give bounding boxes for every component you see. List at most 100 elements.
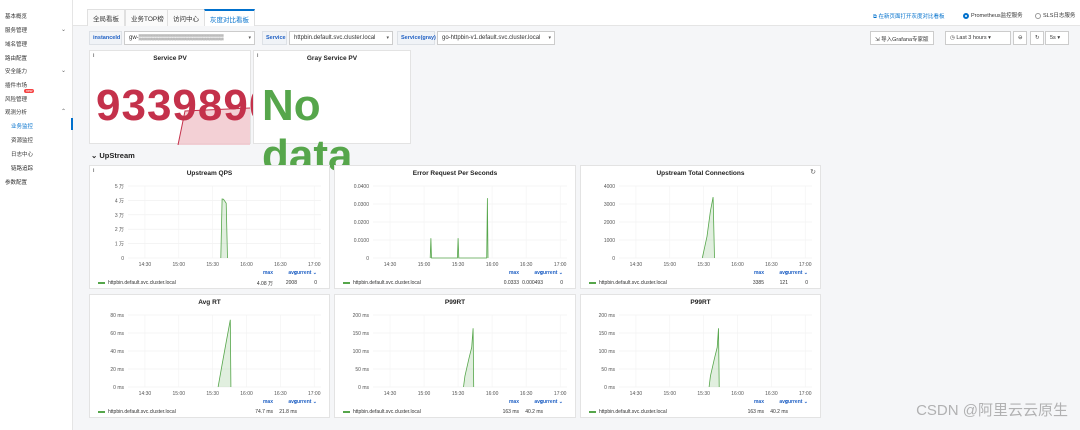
legend-header-current[interactable]: current ⌄ xyxy=(785,399,808,405)
legend-value-max: 4.08 万 xyxy=(256,281,273,287)
legend-header-current[interactable]: current ⌄ xyxy=(540,270,563,276)
y-tick-label: 5 万 xyxy=(115,184,124,190)
x-tick-label: 16:30 xyxy=(274,262,287,268)
legend-value-avg: 40.2 ms xyxy=(525,409,543,415)
service-gray-select[interactable]: go-httpbin-v1.default.svc.cluster.local ▾ xyxy=(437,31,555,45)
sidebar-item[interactable]: 基本概览 xyxy=(5,12,27,20)
watermark: CSDN @阿里云云原生 xyxy=(916,402,1068,419)
x-tick-label: 17:00 xyxy=(799,262,812,268)
y-tick-label: 100 ms xyxy=(599,349,616,355)
radio-checked-icon xyxy=(963,12,969,19)
y-tick-label: 0.0200 xyxy=(354,220,370,226)
legend-value-max: 163 ms xyxy=(502,409,519,415)
sidebar-item[interactable]: 风险管理 xyxy=(5,95,27,103)
sidebar-item[interactable]: 服务管理 xyxy=(5,26,27,34)
service-select[interactable]: httpbin.default.svc.cluster.local ▾ xyxy=(289,31,393,45)
refresh-icon: ↻ xyxy=(1035,35,1040,41)
x-tick-label: 15:00 xyxy=(418,262,431,268)
legend-series-name: httpbin.default.svc.cluster.local xyxy=(599,280,667,286)
x-tick-label: 17:00 xyxy=(308,391,321,397)
refresh-button[interactable]: ↻ xyxy=(1030,31,1044,45)
legend-header-max: max xyxy=(262,270,273,276)
sidebar-item[interactable]: 业务监控 xyxy=(11,122,33,130)
legend-header-current[interactable]: current ⌄ xyxy=(294,270,317,276)
radio-prometheus[interactable]: Prometheus监控服务 xyxy=(963,11,1023,19)
legend-value-max: 163 ms xyxy=(747,409,764,415)
sidebar-item[interactable]: 安全能力 xyxy=(5,67,27,75)
legend-value-max: 3385 xyxy=(752,280,764,286)
legend-value-current: 0 xyxy=(560,280,563,286)
legend-swatch xyxy=(343,410,350,413)
legend-header-current[interactable]: current ⌄ xyxy=(785,270,808,276)
tab-business-top[interactable]: 业务TOP榜 xyxy=(125,9,170,26)
chevron-down-icon: ▾ xyxy=(248,35,251,41)
x-tick-label: 16:30 xyxy=(274,391,287,397)
sidebar-item[interactable]: 观测分析 xyxy=(5,108,27,116)
sidebar-item[interactable]: 日志中心 xyxy=(11,150,33,158)
chart-panel: P99RT 0 ms 50 ms 100 ms 150 ms 200 ms 14:30 15:… xyxy=(580,294,821,418)
legend-swatch xyxy=(589,281,596,284)
radio-sls[interactable]: SLS日志服务 xyxy=(1035,11,1075,19)
sidebar-item[interactable]: 参数配置 xyxy=(5,178,27,186)
open-new-page-link[interactable]: ⧉ 在新页面打开灰度对比看板 xyxy=(873,12,944,21)
x-tick-label: 15:00 xyxy=(664,391,677,397)
x-tick-label: 16:00 xyxy=(731,262,744,268)
legend-item[interactable]: httpbin.default.svc.cluster.local xyxy=(343,280,421,286)
x-tick-label: 16:00 xyxy=(486,262,499,268)
chart-panel: Upstream QPS i 0 1 万2 万3 万4 万5 万 14:30 15:00 1… xyxy=(89,165,330,289)
tab-global-dashboard[interactable]: 全局看板 xyxy=(87,9,125,26)
import-grafana-button[interactable]: ⇲ 导入Grafana专家版 xyxy=(870,31,934,45)
tab-gray-compare[interactable]: 灰度对比看板 xyxy=(204,9,255,26)
x-tick-label: 16:30 xyxy=(765,262,778,268)
gray-service-pv-title: Gray Service PV xyxy=(306,55,358,62)
y-tick-label: 0.0100 xyxy=(354,238,370,244)
legend-swatch xyxy=(589,410,596,413)
series-area xyxy=(430,198,489,258)
legend-swatch xyxy=(98,410,105,413)
upstream-section-header[interactable]: ⌄ UpStream xyxy=(91,151,135,160)
legend-item[interactable]: httpbin.default.svc.cluster.local xyxy=(98,280,176,286)
zoom-out-icon: ⊖ xyxy=(1018,35,1023,41)
refresh-interval-select[interactable]: 5s ▾ xyxy=(1045,31,1069,45)
app-root: new 基本概览 服务管理 ⌄ 域名管理 路由配置 安全能力 ⌄ 插件市场 风险管理 观测分析 ⌃ 业… xyxy=(0,0,1080,430)
sidebar-item[interactable]: 链路追踪 xyxy=(11,164,33,172)
y-tick-label: 100 ms xyxy=(353,349,370,355)
y-tick-label: 0 xyxy=(612,256,615,262)
tab-bar: 全局看板 业务TOP榜 访问中心 灰度对比看板 ⧉ 在新页面打开灰度对比看板 P… xyxy=(73,0,1080,26)
chevron-icon: ⌄ xyxy=(60,68,66,74)
tab-access-center[interactable]: 访问中心 xyxy=(167,9,205,26)
x-tick-label: 16:30 xyxy=(520,391,533,397)
sidebar-item[interactable]: 资源监控 xyxy=(11,136,33,144)
legend-header-max: max xyxy=(508,399,519,405)
sidebar-item-label: 安全能力 xyxy=(5,69,28,75)
chart-panel: Upstream Total Connections ↻ 0 1000 2000 3000… xyxy=(580,165,821,289)
y-tick-label: 0 xyxy=(366,256,369,262)
time-range-picker[interactable]: ◷ Last 3 hours ▾ xyxy=(945,31,1011,45)
x-tick-label: 14:30 xyxy=(384,262,397,268)
legend-item[interactable]: httpbin.default.svc.cluster.local xyxy=(589,409,667,415)
legend-value-avg: 0.000493 xyxy=(522,280,543,286)
chart-panel: P99RT 0 ms 50 ms 100 ms 150 ms 200 ms 14:30 15:… xyxy=(334,294,576,418)
sidebar-item-label: 基本概览 xyxy=(5,14,28,20)
legend-item[interactable]: httpbin.default.svc.cluster.local xyxy=(343,409,421,415)
legend-header-max: max xyxy=(262,399,273,405)
sidebar-item[interactable]: 路由配置 xyxy=(5,54,27,62)
y-tick-label: 4000 xyxy=(604,184,615,190)
sidebar-item[interactable]: 插件市场 xyxy=(5,81,27,89)
instance-id-select[interactable]: gw-▒▒▒▒▒▒▒▒▒▒▒▒▒▒▒▒▒▒▒▒ ▾ xyxy=(124,31,255,45)
y-tick-label: 2 万 xyxy=(115,227,124,233)
y-tick-label: 0 ms xyxy=(113,385,124,391)
sidebar-item-label: 参数配置 xyxy=(5,180,28,186)
legend-item[interactable]: httpbin.default.svc.cluster.local xyxy=(98,409,176,415)
x-tick-label: 15:30 xyxy=(697,391,710,397)
x-tick-label: 15:00 xyxy=(173,391,186,397)
chevron-down-icon: ▾ xyxy=(548,35,551,41)
legend-header-current[interactable]: current ⌄ xyxy=(540,399,563,405)
sidebar-item-label: 服务管理 xyxy=(5,28,28,34)
zoom-out-button[interactable]: ⊖ xyxy=(1013,31,1027,45)
legend-item[interactable]: httpbin.default.svc.cluster.local xyxy=(589,280,667,286)
x-tick-label: 15:30 xyxy=(206,391,219,397)
sidebar-item[interactable]: 域名管理 xyxy=(5,40,27,48)
x-tick-label: 15:00 xyxy=(418,391,431,397)
legend-header-current[interactable]: current ⌄ xyxy=(294,399,317,405)
